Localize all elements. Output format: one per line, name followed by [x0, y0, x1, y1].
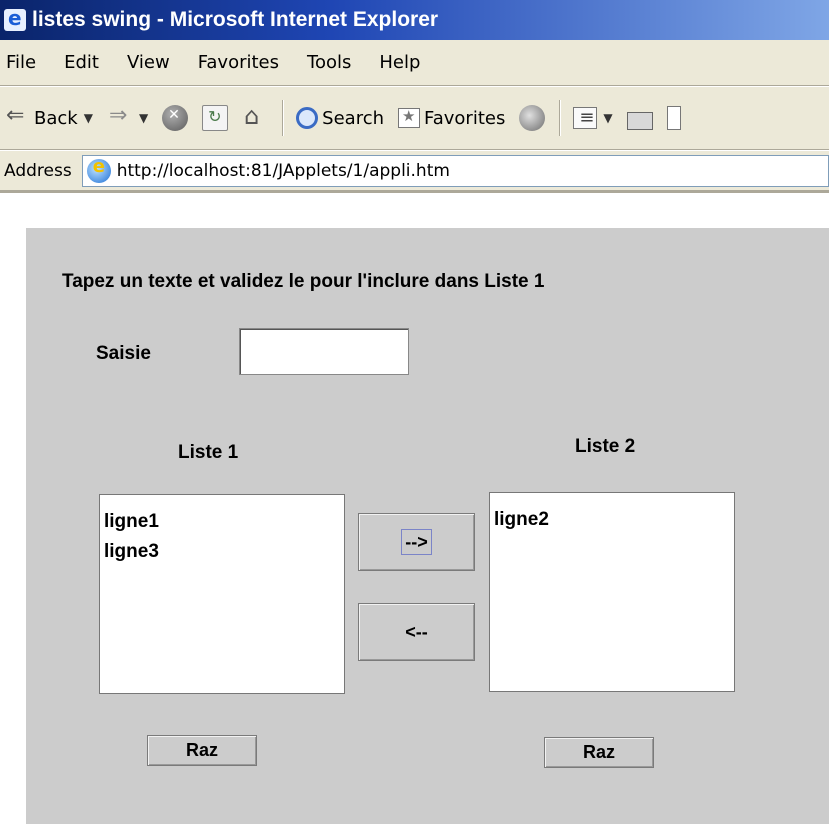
menu-bar: File Edit View Favorites Tools Help [0, 40, 829, 86]
raz-liste1-label: Raz [185, 740, 218, 760]
refresh-button[interactable] [202, 105, 229, 131]
search-label: Search [322, 107, 385, 129]
media-button[interactable] [519, 105, 546, 131]
internet-explorer-icon [4, 6, 26, 31]
back-button[interactable]: Back ▼ [4, 103, 93, 131]
mail-icon [573, 107, 598, 129]
address-input[interactable]: http://localhost:81/JApplets/1/appli.htm [81, 154, 829, 187]
instruction-label: Tapez un texte et validez le pour l'incl… [62, 271, 545, 292]
liste2-list[interactable]: ligne2 [489, 492, 735, 692]
forward-button[interactable]: ▼ [107, 103, 148, 131]
move-right-button[interactable]: --> [358, 513, 475, 571]
back-label: Back [34, 107, 78, 129]
favorites-button[interactable]: Favorites [398, 107, 506, 129]
menu-edit[interactable]: Edit [62, 48, 101, 77]
toolbar-separator [282, 100, 285, 136]
list-item[interactable]: ligne1 [104, 507, 344, 537]
search-icon [296, 107, 319, 129]
title-bar: listes swing - Microsoft Internet Explor… [0, 0, 829, 40]
forward-arrow-icon [107, 103, 133, 131]
swing-applet: Tapez un texte et validez le pour l'incl… [26, 228, 829, 824]
media-icon [519, 105, 546, 131]
menu-file[interactable]: File [4, 48, 38, 77]
menu-tools[interactable]: Tools [305, 48, 353, 77]
page-icon [86, 156, 111, 183]
move-left-label: <-- [405, 621, 428, 642]
address-bar: Address http://localhost:81/JApplets/1/a… [0, 151, 829, 193]
printer-icon [626, 112, 653, 130]
menu-view[interactable]: View [125, 48, 172, 77]
print-button[interactable] [626, 106, 653, 130]
address-url[interactable]: http://localhost:81/JApplets/1/appli.htm [117, 161, 450, 181]
standard-toolbar: Back ▼ ▼ Search Favorites ▼ [0, 87, 829, 150]
refresh-icon [202, 105, 229, 131]
stop-button[interactable] [162, 105, 189, 131]
move-right-label: --> [401, 529, 432, 555]
home-icon [242, 102, 268, 131]
liste1-list[interactable]: ligne1 ligne3 [99, 494, 345, 694]
search-button[interactable]: Search [296, 107, 384, 129]
address-label: Address [4, 160, 72, 181]
menu-favorites[interactable]: Favorites [196, 48, 281, 77]
saisie-input[interactable] [239, 328, 409, 375]
stop-icon [162, 105, 189, 131]
back-arrow-icon [4, 103, 30, 131]
list-item[interactable]: ligne2 [494, 505, 734, 535]
chevron-down-icon[interactable]: ▼ [84, 111, 93, 125]
mail-button[interactable]: ▼ [573, 107, 613, 129]
liste2-title: Liste 2 [575, 436, 636, 457]
favorites-label: Favorites [424, 107, 506, 129]
raz-liste2-button[interactable]: Raz [544, 737, 654, 768]
home-button[interactable] [242, 102, 268, 131]
chevron-down-icon[interactable]: ▼ [139, 111, 148, 125]
favorites-icon [398, 107, 421, 128]
window-title: listes swing - Microsoft Internet Explor… [32, 8, 439, 31]
list-item[interactable]: ligne3 [104, 537, 344, 567]
raz-liste2-label: Raz [582, 742, 615, 762]
menu-help[interactable]: Help [377, 48, 422, 77]
saisie-label: Saisie [96, 343, 151, 364]
chevron-down-icon[interactable]: ▼ [603, 111, 612, 125]
edit-button[interactable] [666, 106, 681, 130]
move-left-button[interactable]: <-- [358, 603, 475, 661]
raz-liste1-button[interactable]: Raz [147, 735, 257, 766]
liste1-title: Liste 1 [178, 442, 239, 463]
edit-page-icon [666, 106, 681, 130]
toolbar-separator [559, 100, 562, 136]
